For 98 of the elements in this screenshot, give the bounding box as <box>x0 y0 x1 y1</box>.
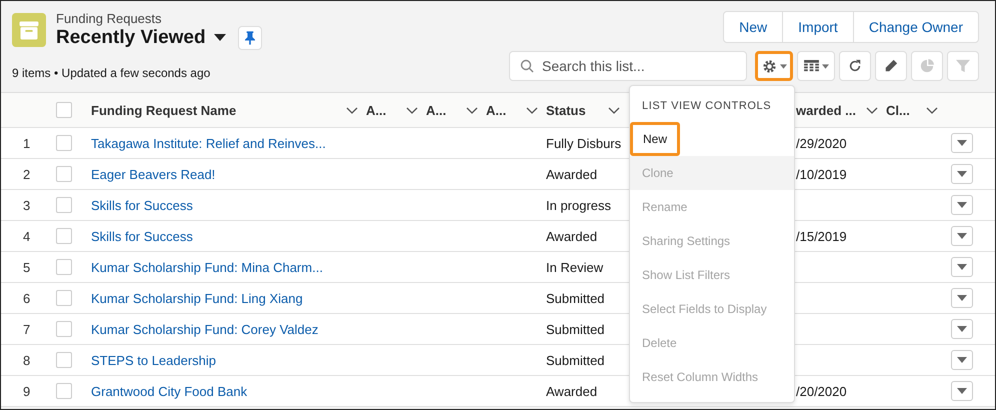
row-actions-button[interactable] <box>951 319 973 339</box>
action-button[interactable]: Change Owner <box>852 12 978 42</box>
record-link[interactable]: Eager Beavers Read! <box>91 166 216 182</box>
caret-icon <box>957 264 967 270</box>
row-actions-button[interactable] <box>951 257 973 277</box>
row-actions-button[interactable] <box>951 133 973 153</box>
record-link[interactable]: STEPS to Leadership <box>91 352 216 368</box>
column-header[interactable]: Cl... <box>886 102 910 118</box>
row-actions-button[interactable] <box>951 350 973 370</box>
column-header[interactable]: Status <box>546 102 586 118</box>
status-cell: In Review <box>546 260 604 274</box>
row-number: 4 <box>22 228 32 244</box>
select-all-checkbox[interactable] <box>56 102 72 118</box>
row-number: 1 <box>22 136 32 150</box>
edit-button[interactable] <box>875 51 907 81</box>
date-cell: /29/2020 <box>796 136 847 150</box>
row-actions-button[interactable] <box>951 288 973 308</box>
column-header[interactable]: warded ... <box>796 102 856 118</box>
caret-icon <box>822 64 828 68</box>
chevron-down-icon[interactable] <box>926 106 938 114</box>
caret-icon <box>957 171 967 177</box>
refresh-icon <box>848 59 862 73</box>
pin-button[interactable] <box>238 26 262 50</box>
row-checkbox[interactable] <box>56 166 72 182</box>
filter-icon <box>956 59 970 73</box>
row-checkbox[interactable] <box>56 383 72 399</box>
column-header[interactable]: Funding Request Name <box>91 102 236 118</box>
action-button[interactable]: Import <box>782 12 853 42</box>
caret-icon <box>957 295 967 301</box>
table-icon <box>804 60 818 72</box>
row-checkbox[interactable] <box>56 135 72 151</box>
row-number: 9 <box>22 384 32 398</box>
status-cell: Awarded <box>546 384 598 398</box>
caret-icon[interactable] <box>214 34 226 42</box>
status-cell: Submitted <box>546 290 605 306</box>
display-button[interactable] <box>797 51 835 81</box>
column-header[interactable]: A... <box>486 102 506 118</box>
date-cell: /20/2020 <box>796 384 847 398</box>
caret-icon <box>957 388 967 394</box>
chevron-down-icon[interactable] <box>466 106 478 114</box>
row-number: 8 <box>22 352 32 368</box>
caret-icon <box>780 64 786 68</box>
row-number: 3 <box>22 198 32 212</box>
settings-button[interactable] <box>755 51 793 81</box>
chevron-down-icon[interactable] <box>526 106 538 114</box>
archive-box-icon <box>12 13 46 47</box>
pie-chart-icon <box>920 59 934 73</box>
row-checkbox[interactable] <box>56 259 72 275</box>
action-button[interactable]: New <box>724 12 782 42</box>
record-link[interactable]: Kumar Scholarship Fund: Corey Valdez <box>91 322 318 336</box>
record-link[interactable]: Kumar Scholarship Fund: Mina Charm... <box>91 260 323 274</box>
caret-icon <box>957 202 967 208</box>
row-actions-button[interactable] <box>951 195 973 215</box>
row-checkbox[interactable] <box>56 290 72 306</box>
record-link[interactable]: Takagawa Institute: Relief and Reinves... <box>91 136 326 150</box>
caret-icon <box>957 326 967 332</box>
date-cell: /15/2019 <box>796 228 847 244</box>
chevron-down-icon[interactable] <box>406 106 418 114</box>
list-status: 9 items • Updated a few seconds ago <box>12 66 212 80</box>
row-checkbox[interactable] <box>56 228 72 244</box>
row-actions-button[interactable] <box>951 226 973 246</box>
chevron-down-icon[interactable] <box>346 106 358 114</box>
column-header[interactable]: A... <box>366 102 386 118</box>
caret-icon <box>957 357 967 363</box>
row-actions-button[interactable] <box>951 381 973 401</box>
column-header[interactable]: A... <box>426 102 446 118</box>
date-cell: /10/2019 <box>796 166 847 182</box>
status-cell: Awarded <box>546 228 598 244</box>
row-checkbox[interactable] <box>56 352 72 368</box>
row-number: 6 <box>22 290 32 306</box>
row-number: 2 <box>22 166 32 182</box>
object-label: Funding Requests <box>56 11 163 26</box>
refresh-button[interactable] <box>839 51 871 81</box>
status-cell: Submitted <box>546 322 605 336</box>
caret-icon <box>957 140 967 146</box>
list-view-title: Recently Viewed <box>56 27 206 49</box>
record-link[interactable]: Grantwood City Food Bank <box>91 384 248 398</box>
row-actions-button[interactable] <box>951 164 973 184</box>
row-number: 5 <box>22 260 32 274</box>
menu-item[interactable]: New <box>630 122 680 156</box>
status-cell: Fully Disburs <box>546 136 622 150</box>
row-checkbox[interactable] <box>56 321 72 337</box>
status-cell: In progress <box>546 198 612 212</box>
pencil-icon <box>884 59 898 73</box>
search-field[interactable]: Search this list... <box>509 51 747 81</box>
caret-icon <box>957 233 967 239</box>
pin-icon <box>244 31 255 45</box>
record-link[interactable]: Skills for Success <box>91 228 193 244</box>
status-cell: Submitted <box>546 352 605 368</box>
row-number: 7 <box>22 322 32 336</box>
chevron-down-icon[interactable] <box>866 106 878 114</box>
gear-icon <box>762 58 776 74</box>
record-link[interactable]: Kumar Scholarship Fund: Ling Xiang <box>91 290 303 306</box>
status-cell: Awarded <box>546 166 598 182</box>
record-link[interactable]: Skills for Success <box>91 198 193 212</box>
menu-heading: LIST VIEW CONTROLS <box>641 100 772 114</box>
row-checkbox[interactable] <box>56 197 72 213</box>
chevron-down-icon[interactable] <box>608 106 620 114</box>
